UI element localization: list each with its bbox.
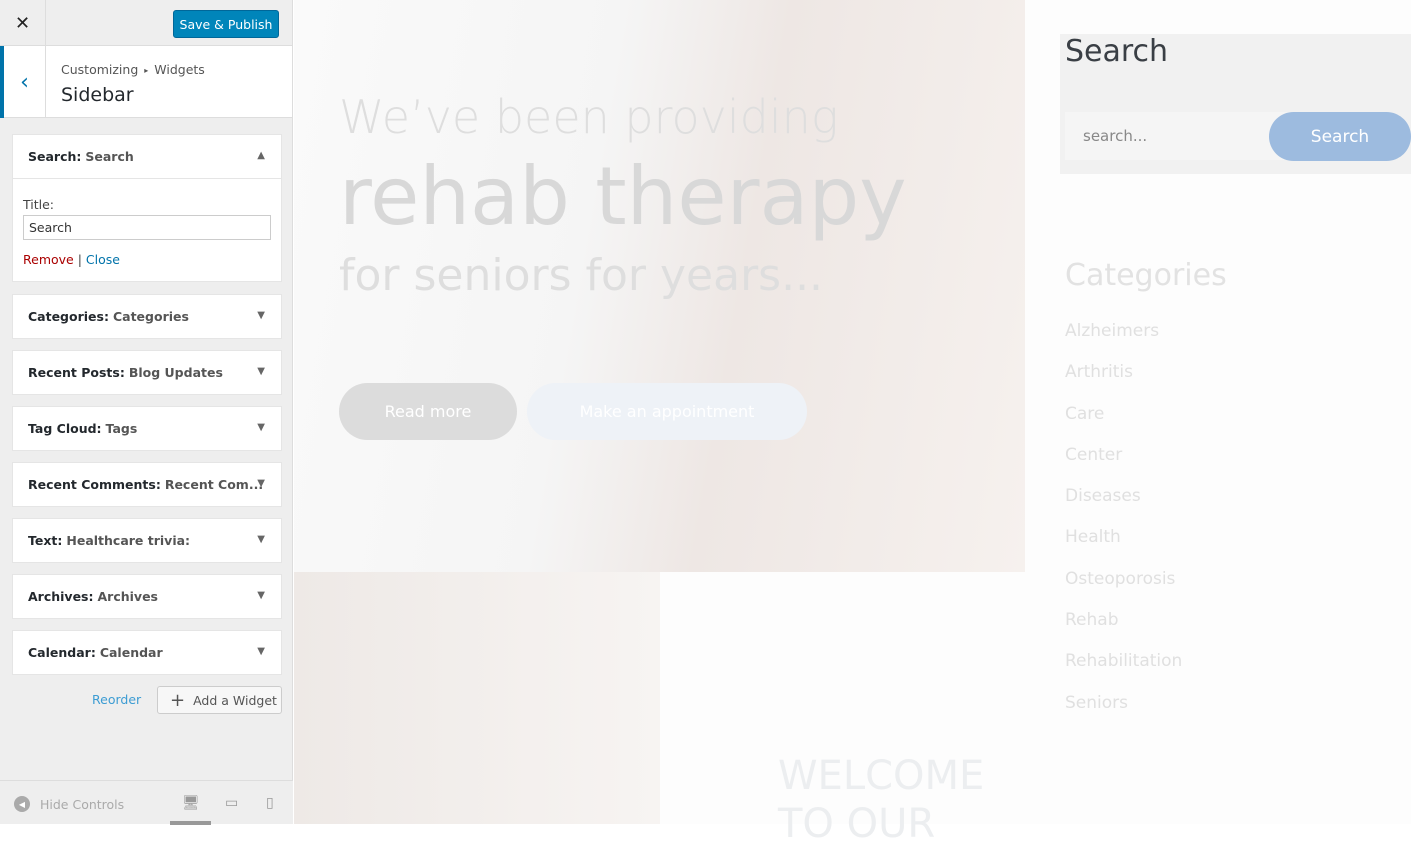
add-widget-button[interactable]: + Add a Widget <box>157 686 282 714</box>
widget-item: Calendar: Calendar ▼ <box>12 630 282 675</box>
tablet-preview-icon[interactable]: ▭ <box>225 795 238 811</box>
widget-item: Recent Comments: Recent Com... ▼ <box>12 462 282 507</box>
site-preview: We’ve been providing rehab therapy for s… <box>294 0 1411 847</box>
lower-image <box>294 572 660 824</box>
widget-name: Search <box>85 149 134 164</box>
hide-controls-button[interactable]: ◀ Hide Controls <box>14 796 124 812</box>
widget-header[interactable]: Search: Search ▲ <box>13 135 281 178</box>
widget-header[interactable]: Categories: Categories ▼ <box>13 295 281 338</box>
widget-name: Blog Updates <box>128 365 223 380</box>
widget-header[interactable]: Recent Comments: Recent Com... ▼ <box>13 463 281 506</box>
hide-controls-label: Hide Controls <box>40 796 125 812</box>
widget-search: Search:Search ▲ Title: Remove | Close <box>12 134 282 282</box>
collapse-arrow-icon[interactable]: ▲ <box>257 150 265 161</box>
category-link[interactable]: Center <box>1065 445 1227 486</box>
widget-name: Healthcare trivia: <box>66 533 191 548</box>
widget-name: Calendar <box>99 645 163 660</box>
widget-item: Archives: Archives ▼ <box>12 574 282 619</box>
category-link[interactable]: Seniors <box>1065 693 1227 734</box>
hero-line-1: We’ve been providing <box>339 90 839 144</box>
mobile-preview-icon[interactable]: ▯ <box>266 795 274 811</box>
read-more-button[interactable]: Read more <box>339 383 517 440</box>
widget-type: Calendar: <box>28 645 96 660</box>
expand-arrow-icon[interactable]: ▼ <box>257 646 265 657</box>
welcome-line-2: TO OUR <box>778 801 936 847</box>
hero-banner: We’ve been providing rehab therapy for s… <box>294 0 1025 572</box>
separator: | <box>77 252 82 267</box>
widget-body: Title: Remove | Close <box>13 178 281 281</box>
widget-type: Text: <box>28 533 63 548</box>
categories-title: Categories <box>1065 258 1227 293</box>
section-header: ‹ Customizing ▸ Widgets Sidebar <box>0 46 292 118</box>
close-link[interactable]: Close <box>86 252 120 267</box>
widget-type: Categories: <box>28 309 109 324</box>
welcome-heading: WELCOME TO OUR <box>778 752 984 848</box>
widget-header[interactable]: Text: Healthcare trivia: ▼ <box>13 519 281 562</box>
category-link[interactable]: Rehabilitation <box>1065 651 1227 692</box>
breadcrumb-root: Customizing <box>61 62 139 77</box>
widget-type: Search: <box>28 149 82 164</box>
customizer-footer: ◀ Hide Controls 🖥 ▭ ▯ <box>0 780 293 825</box>
category-link[interactable]: Alzheimers <box>1065 321 1227 362</box>
appointment-button[interactable]: Make an appointment <box>527 383 807 440</box>
widget-header[interactable]: Calendar: Calendar ▼ <box>13 631 281 674</box>
welcome-line-1: WELCOME <box>778 753 985 799</box>
categories-widget: Categories Alzheimers Arthritis Care Center… <box>1065 258 1227 734</box>
widget-name: Recent Com... <box>164 477 264 492</box>
desktop-preview-icon[interactable]: 🖥 <box>182 795 200 811</box>
widget-header[interactable]: Archives: Archives ▼ <box>13 575 281 618</box>
expand-arrow-icon[interactable]: ▼ <box>257 422 265 433</box>
expand-arrow-icon[interactable]: ▼ <box>257 590 265 601</box>
hero-line-3: for seniors for years... <box>339 250 824 301</box>
category-link[interactable]: Diseases <box>1065 486 1227 527</box>
widget-type: Recent Comments: <box>28 477 161 492</box>
back-chevron-icon[interactable]: ‹ <box>0 46 46 118</box>
collapse-circle-icon: ◀ <box>14 796 30 812</box>
widget-item: Categories: Categories ▼ <box>12 294 282 339</box>
widget-header[interactable]: Tag Cloud: Tags ▼ <box>13 407 281 450</box>
expand-arrow-icon[interactable]: ▼ <box>257 478 265 489</box>
device-selected-indicator <box>170 821 211 825</box>
remove-link[interactable]: Remove <box>23 252 74 267</box>
reorder-link[interactable]: Reorder <box>92 692 141 707</box>
widget-item: Tag Cloud: Tags ▼ <box>12 406 282 451</box>
breadcrumb: Customizing ▸ Widgets <box>61 62 205 77</box>
breadcrumb-separator: ▸ <box>144 66 149 75</box>
customizer-header: ✕ Save & Publish <box>0 0 292 46</box>
widget-type: Tag Cloud: <box>28 421 102 436</box>
search-widget-title: Search <box>1065 34 1169 69</box>
category-link[interactable]: Rehab <box>1065 610 1227 651</box>
breadcrumb-section: Widgets <box>154 62 205 77</box>
category-link[interactable]: Arthritis <box>1065 362 1227 403</box>
widget-type: Recent Posts: <box>28 365 125 380</box>
expand-arrow-icon[interactable]: ▼ <box>257 310 265 321</box>
widget-name: Tags <box>105 421 138 436</box>
search-button[interactable]: Search <box>1269 112 1411 161</box>
category-link[interactable]: Health <box>1065 527 1227 568</box>
widget-name: Categories <box>112 309 189 324</box>
category-link[interactable]: Care <box>1065 404 1227 445</box>
customizer-panel: ✕ Save & Publish ‹ Customizing ▸ Widgets S… <box>0 0 293 825</box>
widget-item: Text: Healthcare trivia: ▼ <box>12 518 282 563</box>
expand-arrow-icon[interactable]: ▼ <box>257 534 265 545</box>
title-input[interactable] <box>23 215 271 240</box>
expand-arrow-icon[interactable]: ▼ <box>257 366 265 377</box>
close-icon[interactable]: ✕ <box>0 0 46 46</box>
widget-item: Recent Posts: Blog Updates ▼ <box>12 350 282 395</box>
section-title: Sidebar <box>61 84 134 106</box>
add-widget-label: Add a Widget <box>193 692 277 708</box>
save-publish-button[interactable]: Save & Publish <box>173 10 279 38</box>
category-link[interactable]: Osteoporosis <box>1065 569 1227 610</box>
widget-name: Archives <box>97 589 159 604</box>
title-label: Title: <box>23 197 54 212</box>
hero-line-2: rehab therapy <box>339 150 907 243</box>
widget-header[interactable]: Recent Posts: Blog Updates ▼ <box>13 351 281 394</box>
search-widget: Search search... Search <box>1060 34 1411 174</box>
widget-type: Archives: <box>28 589 94 604</box>
plus-icon: + <box>170 689 186 711</box>
